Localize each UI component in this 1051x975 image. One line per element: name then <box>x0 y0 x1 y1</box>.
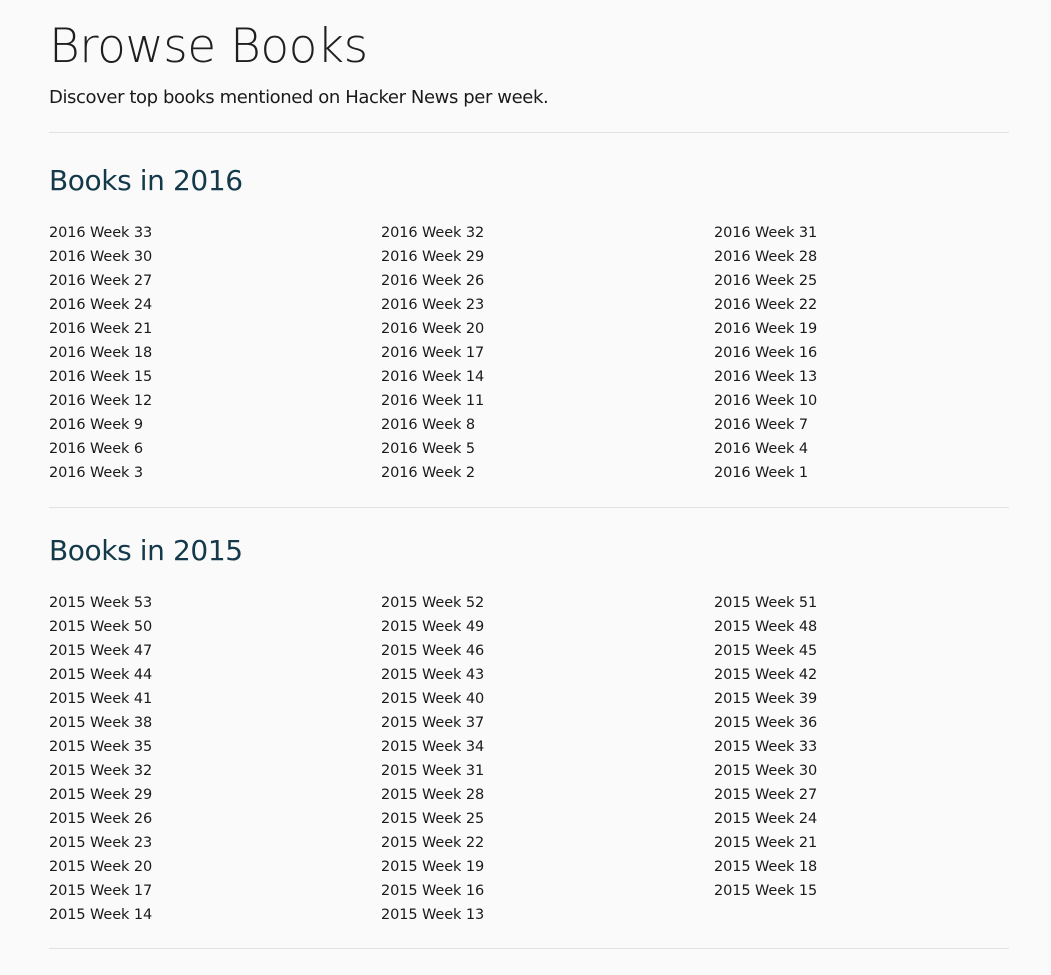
week-link[interactable]: 2015 Week 34 <box>381 735 714 759</box>
week-link[interactable]: 2015 Week 21 <box>714 831 1009 855</box>
week-link-list: 2016 Week 33 2016 Week 32 2016 Week 31 2016… <box>49 221 1009 485</box>
week-link[interactable]: 2016 Week 1 <box>714 461 1009 485</box>
section-divider <box>49 948 1009 949</box>
week-link[interactable]: 2015 Week 37 <box>381 711 714 735</box>
week-link[interactable]: 2015 Week 33 <box>714 735 1009 759</box>
week-link[interactable]: 2016 Week 26 <box>381 269 714 293</box>
week-link[interactable]: 2015 Week 51 <box>714 591 1009 615</box>
section-title: Books in 2016 <box>49 164 243 197</box>
page-subtitle: Discover top books mentioned on Hacker N… <box>49 87 549 108</box>
week-link[interactable]: 2016 Week 32 <box>381 221 714 245</box>
week-link[interactable]: 2015 Week 38 <box>49 711 381 735</box>
week-link[interactable]: 2016 Week 11 <box>381 389 714 413</box>
week-link[interactable]: 2015 Week 27 <box>714 783 1009 807</box>
week-link[interactable]: 2015 Week 41 <box>49 687 381 711</box>
week-link[interactable]: 2015 Week 43 <box>381 663 714 687</box>
section-books-2015: Books in 2015 2015 Week 53 2015 Week 52 20… <box>49 533 1009 927</box>
week-link[interactable]: 2016 Week 2 <box>381 461 714 485</box>
week-link[interactable]: 2015 Week 23 <box>49 831 381 855</box>
week-link[interactable]: 2015 Week 39 <box>714 687 1009 711</box>
week-link[interactable]: 2016 Week 33 <box>49 221 381 245</box>
week-link[interactable]: 2016 Week 20 <box>381 317 714 341</box>
section-books-2016: Books in 2016 2016 Week 33 2016 Week 32 20… <box>49 163 1009 485</box>
browse-books-page: Browse Books Discover top books mentione… <box>0 0 1051 975</box>
week-link[interactable]: 2016 Week 17 <box>381 341 714 365</box>
week-link[interactable]: 2015 Week 28 <box>381 783 714 807</box>
week-link[interactable]: 2015 Week 18 <box>714 855 1009 879</box>
week-link[interactable]: 2016 Week 13 <box>714 365 1009 389</box>
section-title: Books in 2015 <box>49 534 243 567</box>
week-link[interactable]: 2016 Week 9 <box>49 413 381 437</box>
week-link[interactable]: 2016 Week 23 <box>381 293 714 317</box>
week-link[interactable]: 2015 Week 26 <box>49 807 381 831</box>
week-link[interactable]: 2016 Week 3 <box>49 461 381 485</box>
week-link[interactable]: 2015 Week 17 <box>49 879 381 903</box>
week-link[interactable]: 2015 Week 42 <box>714 663 1009 687</box>
header-divider <box>49 132 1009 133</box>
week-link[interactable]: 2016 Week 12 <box>49 389 381 413</box>
week-link[interactable]: 2015 Week 30 <box>714 759 1009 783</box>
week-link[interactable]: 2016 Week 6 <box>49 437 381 461</box>
week-link[interactable]: 2015 Week 25 <box>381 807 714 831</box>
week-link[interactable]: 2016 Week 16 <box>714 341 1009 365</box>
week-link[interactable]: 2016 Week 8 <box>381 413 714 437</box>
week-link[interactable]: 2015 Week 31 <box>381 759 714 783</box>
week-link[interactable]: 2016 Week 31 <box>714 221 1009 245</box>
week-link[interactable]: 2015 Week 32 <box>49 759 381 783</box>
week-link[interactable]: 2015 Week 15 <box>714 879 1009 903</box>
week-link[interactable]: 2015 Week 47 <box>49 639 381 663</box>
week-link[interactable]: 2015 Week 50 <box>49 615 381 639</box>
week-link[interactable]: 2015 Week 44 <box>49 663 381 687</box>
week-link[interactable]: 2016 Week 15 <box>49 365 381 389</box>
week-link[interactable]: 2015 Week 48 <box>714 615 1009 639</box>
week-link[interactable]: 2016 Week 5 <box>381 437 714 461</box>
week-link[interactable]: 2015 Week 14 <box>49 903 381 927</box>
week-link[interactable]: 2016 Week 18 <box>49 341 381 365</box>
page-title: Browse Books <box>49 19 368 74</box>
week-link[interactable]: 2015 Week 36 <box>714 711 1009 735</box>
week-link[interactable]: 2015 Week 35 <box>49 735 381 759</box>
week-link[interactable]: 2016 Week 21 <box>49 317 381 341</box>
week-link[interactable]: 2016 Week 27 <box>49 269 381 293</box>
week-link[interactable]: 2016 Week 30 <box>49 245 381 269</box>
week-link[interactable]: 2015 Week 46 <box>381 639 714 663</box>
week-link[interactable]: 2015 Week 24 <box>714 807 1009 831</box>
week-link[interactable]: 2015 Week 52 <box>381 591 714 615</box>
section-divider <box>49 507 1009 508</box>
week-link[interactable]: 2016 Week 7 <box>714 413 1009 437</box>
week-link[interactable]: 2015 Week 20 <box>49 855 381 879</box>
week-link[interactable]: 2016 Week 4 <box>714 437 1009 461</box>
week-link[interactable]: 2015 Week 13 <box>381 903 714 927</box>
week-link[interactable]: 2016 Week 25 <box>714 269 1009 293</box>
week-link[interactable]: 2016 Week 14 <box>381 365 714 389</box>
week-link[interactable]: 2015 Week 19 <box>381 855 714 879</box>
week-link[interactable]: 2016 Week 22 <box>714 293 1009 317</box>
week-link[interactable]: 2015 Week 22 <box>381 831 714 855</box>
week-link-list: 2015 Week 53 2015 Week 52 2015 Week 51 2015… <box>49 591 1009 927</box>
week-link[interactable]: 2016 Week 19 <box>714 317 1009 341</box>
week-link[interactable]: 2015 Week 49 <box>381 615 714 639</box>
week-link[interactable]: 2015 Week 53 <box>49 591 381 615</box>
week-link[interactable]: 2015 Week 29 <box>49 783 381 807</box>
week-link[interactable]: 2015 Week 45 <box>714 639 1009 663</box>
week-link[interactable]: 2016 Week 10 <box>714 389 1009 413</box>
week-link[interactable]: 2016 Week 24 <box>49 293 381 317</box>
week-link[interactable]: 2016 Week 28 <box>714 245 1009 269</box>
week-link[interactable]: 2015 Week 16 <box>381 879 714 903</box>
week-link[interactable]: 2016 Week 29 <box>381 245 714 269</box>
week-link[interactable]: 2015 Week 40 <box>381 687 714 711</box>
page-header: Browse Books Discover top books mentione… <box>49 18 1009 110</box>
